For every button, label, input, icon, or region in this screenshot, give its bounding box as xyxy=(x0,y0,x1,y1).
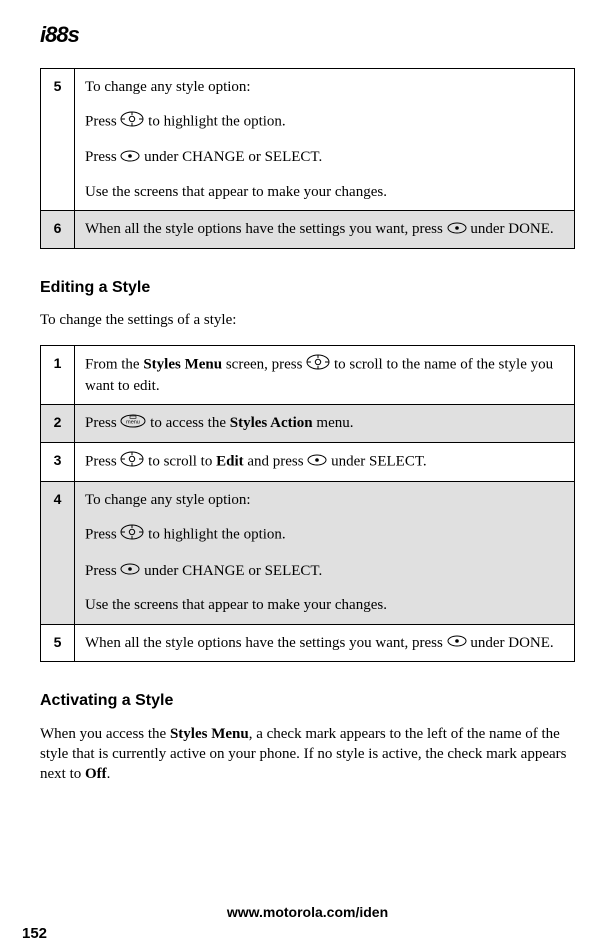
table-row: 2 Press to access the Styles Action menu… xyxy=(41,405,575,443)
table-row: 6 When all the style options have the se… xyxy=(41,211,575,249)
step-text: Press to highlight the option. xyxy=(85,524,564,546)
step-text: To change any style option: xyxy=(85,490,564,510)
step-text: Use the screens that appear to make your… xyxy=(85,182,564,202)
step-number: 3 xyxy=(41,442,75,481)
table-row: 1 From the Styles Menu screen, press to … xyxy=(41,345,575,405)
step-content: Press to access the Styles Action menu. xyxy=(75,405,575,443)
nav-icon xyxy=(120,524,144,546)
table-row: 5 When all the style options have the se… xyxy=(41,624,575,662)
steps-table-editing: 1 From the Styles Menu screen, press to … xyxy=(40,345,575,663)
table-row: 3 Press to scroll to Edit and press unde… xyxy=(41,442,575,481)
table-row: 4 To change any style option: Press to h… xyxy=(41,482,575,624)
menu-icon xyxy=(120,414,146,434)
step-content: To change any style option: Press to hig… xyxy=(75,482,575,624)
page-number: 152 xyxy=(22,924,47,944)
table-row: 5 To change any style option: Press to h… xyxy=(41,68,575,210)
step-number: 2 xyxy=(41,405,75,443)
step-text: Use the screens that appear to make your… xyxy=(85,595,564,615)
bold-text: Styles Menu xyxy=(143,356,222,372)
softkey-icon xyxy=(307,452,327,472)
nav-icon xyxy=(306,354,330,376)
subheading-editing: Editing a Style xyxy=(40,277,575,299)
step-number: 4 xyxy=(41,482,75,624)
activating-text: When you access the Styles Menu, a check… xyxy=(40,724,575,785)
header-logo: i88s xyxy=(40,20,575,50)
step-text: Press to highlight the option. xyxy=(85,111,564,133)
editing-intro: To change the settings of a style: xyxy=(40,310,575,330)
nav-icon xyxy=(120,111,144,133)
step-text: Press under CHANGE or SELECT. xyxy=(85,147,564,168)
header-logo-text: i88s xyxy=(40,22,79,47)
step-number: 5 xyxy=(41,68,75,210)
step-text: To change any style option: xyxy=(85,77,564,97)
step-number: 1 xyxy=(41,345,75,405)
step-content: From the Styles Menu screen, press to sc… xyxy=(75,345,575,405)
softkey-icon xyxy=(120,561,140,581)
step-number: 6 xyxy=(41,211,75,249)
step-text: Press under CHANGE or SELECT. xyxy=(85,561,564,582)
steps-table-continuation: 5 To change any style option: Press to h… xyxy=(40,68,575,249)
step-content: When all the style options have the sett… xyxy=(75,624,575,662)
softkey-icon xyxy=(447,633,467,653)
bold-text: Edit xyxy=(216,453,244,469)
step-content: To change any style option: Press to hig… xyxy=(75,68,575,210)
step-content: When all the style options have the sett… xyxy=(75,211,575,249)
step-content: Press to scroll to Edit and press under … xyxy=(75,442,575,481)
nav-icon xyxy=(120,451,144,473)
softkey-icon xyxy=(120,148,140,168)
softkey-icon xyxy=(447,220,467,240)
subheading-activating: Activating a Style xyxy=(40,690,575,712)
bold-text: Off xyxy=(85,766,107,782)
footer-url: www.motorola.com/iden xyxy=(0,903,615,922)
step-number: 5 xyxy=(41,624,75,662)
bold-text: Styles Action xyxy=(230,415,313,431)
bold-text: Styles Menu xyxy=(170,726,249,742)
